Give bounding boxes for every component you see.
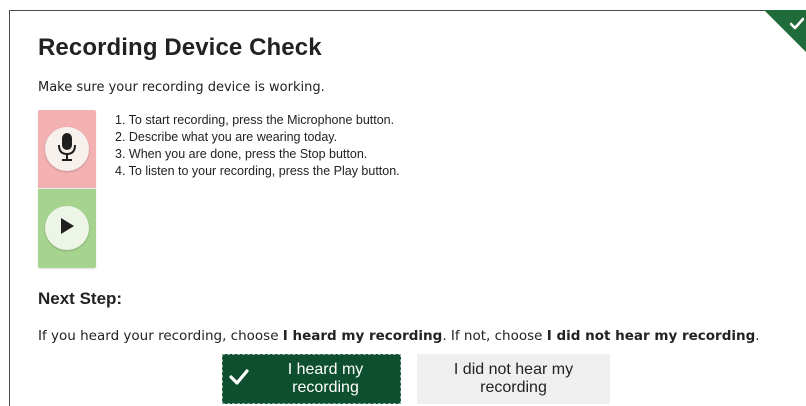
main-panel bbox=[9, 10, 806, 406]
microphone-icon bbox=[57, 132, 77, 166]
instruction-list: 1. To start recording, press the Microph… bbox=[115, 112, 400, 180]
next-step-text-part: . If not, choose bbox=[442, 328, 547, 344]
instruction-item: 4. To listen to your recording, press th… bbox=[115, 164, 400, 178]
play-button[interactable] bbox=[45, 206, 89, 250]
instruction-item: 2. Describe what you are wearing today. bbox=[115, 130, 338, 144]
next-step-text: If you heard your recording, choose I he… bbox=[38, 328, 760, 344]
not-heard-option-name: I did not hear my recording bbox=[546, 328, 756, 344]
microphone-panel bbox=[38, 110, 96, 189]
check-icon bbox=[789, 16, 805, 30]
intro-text: Make sure your recording device is worki… bbox=[38, 80, 325, 95]
microphone-button[interactable] bbox=[45, 127, 89, 171]
play-panel bbox=[38, 189, 96, 268]
next-step-text-part: If you heard your recording, choose bbox=[38, 328, 283, 344]
next-step-text-part: . bbox=[755, 328, 760, 344]
instruction-item: 3. When you are done, press the Stop but… bbox=[115, 147, 368, 161]
heard-recording-button[interactable]: I heard my recording bbox=[222, 354, 401, 404]
check-icon bbox=[229, 368, 249, 390]
recording-device bbox=[38, 110, 96, 268]
instruction-item: 1. To start recording, press the Microph… bbox=[115, 113, 395, 127]
next-step-heading: Next Step: bbox=[38, 289, 123, 308]
heard-option-name: I heard my recording bbox=[282, 328, 443, 344]
page-title: Recording Device Check bbox=[38, 34, 322, 61]
play-icon bbox=[59, 217, 75, 239]
heard-recording-label: I heard my recording bbox=[287, 361, 364, 396]
not-heard-recording-button[interactable]: I did not hear my recording bbox=[417, 354, 610, 404]
